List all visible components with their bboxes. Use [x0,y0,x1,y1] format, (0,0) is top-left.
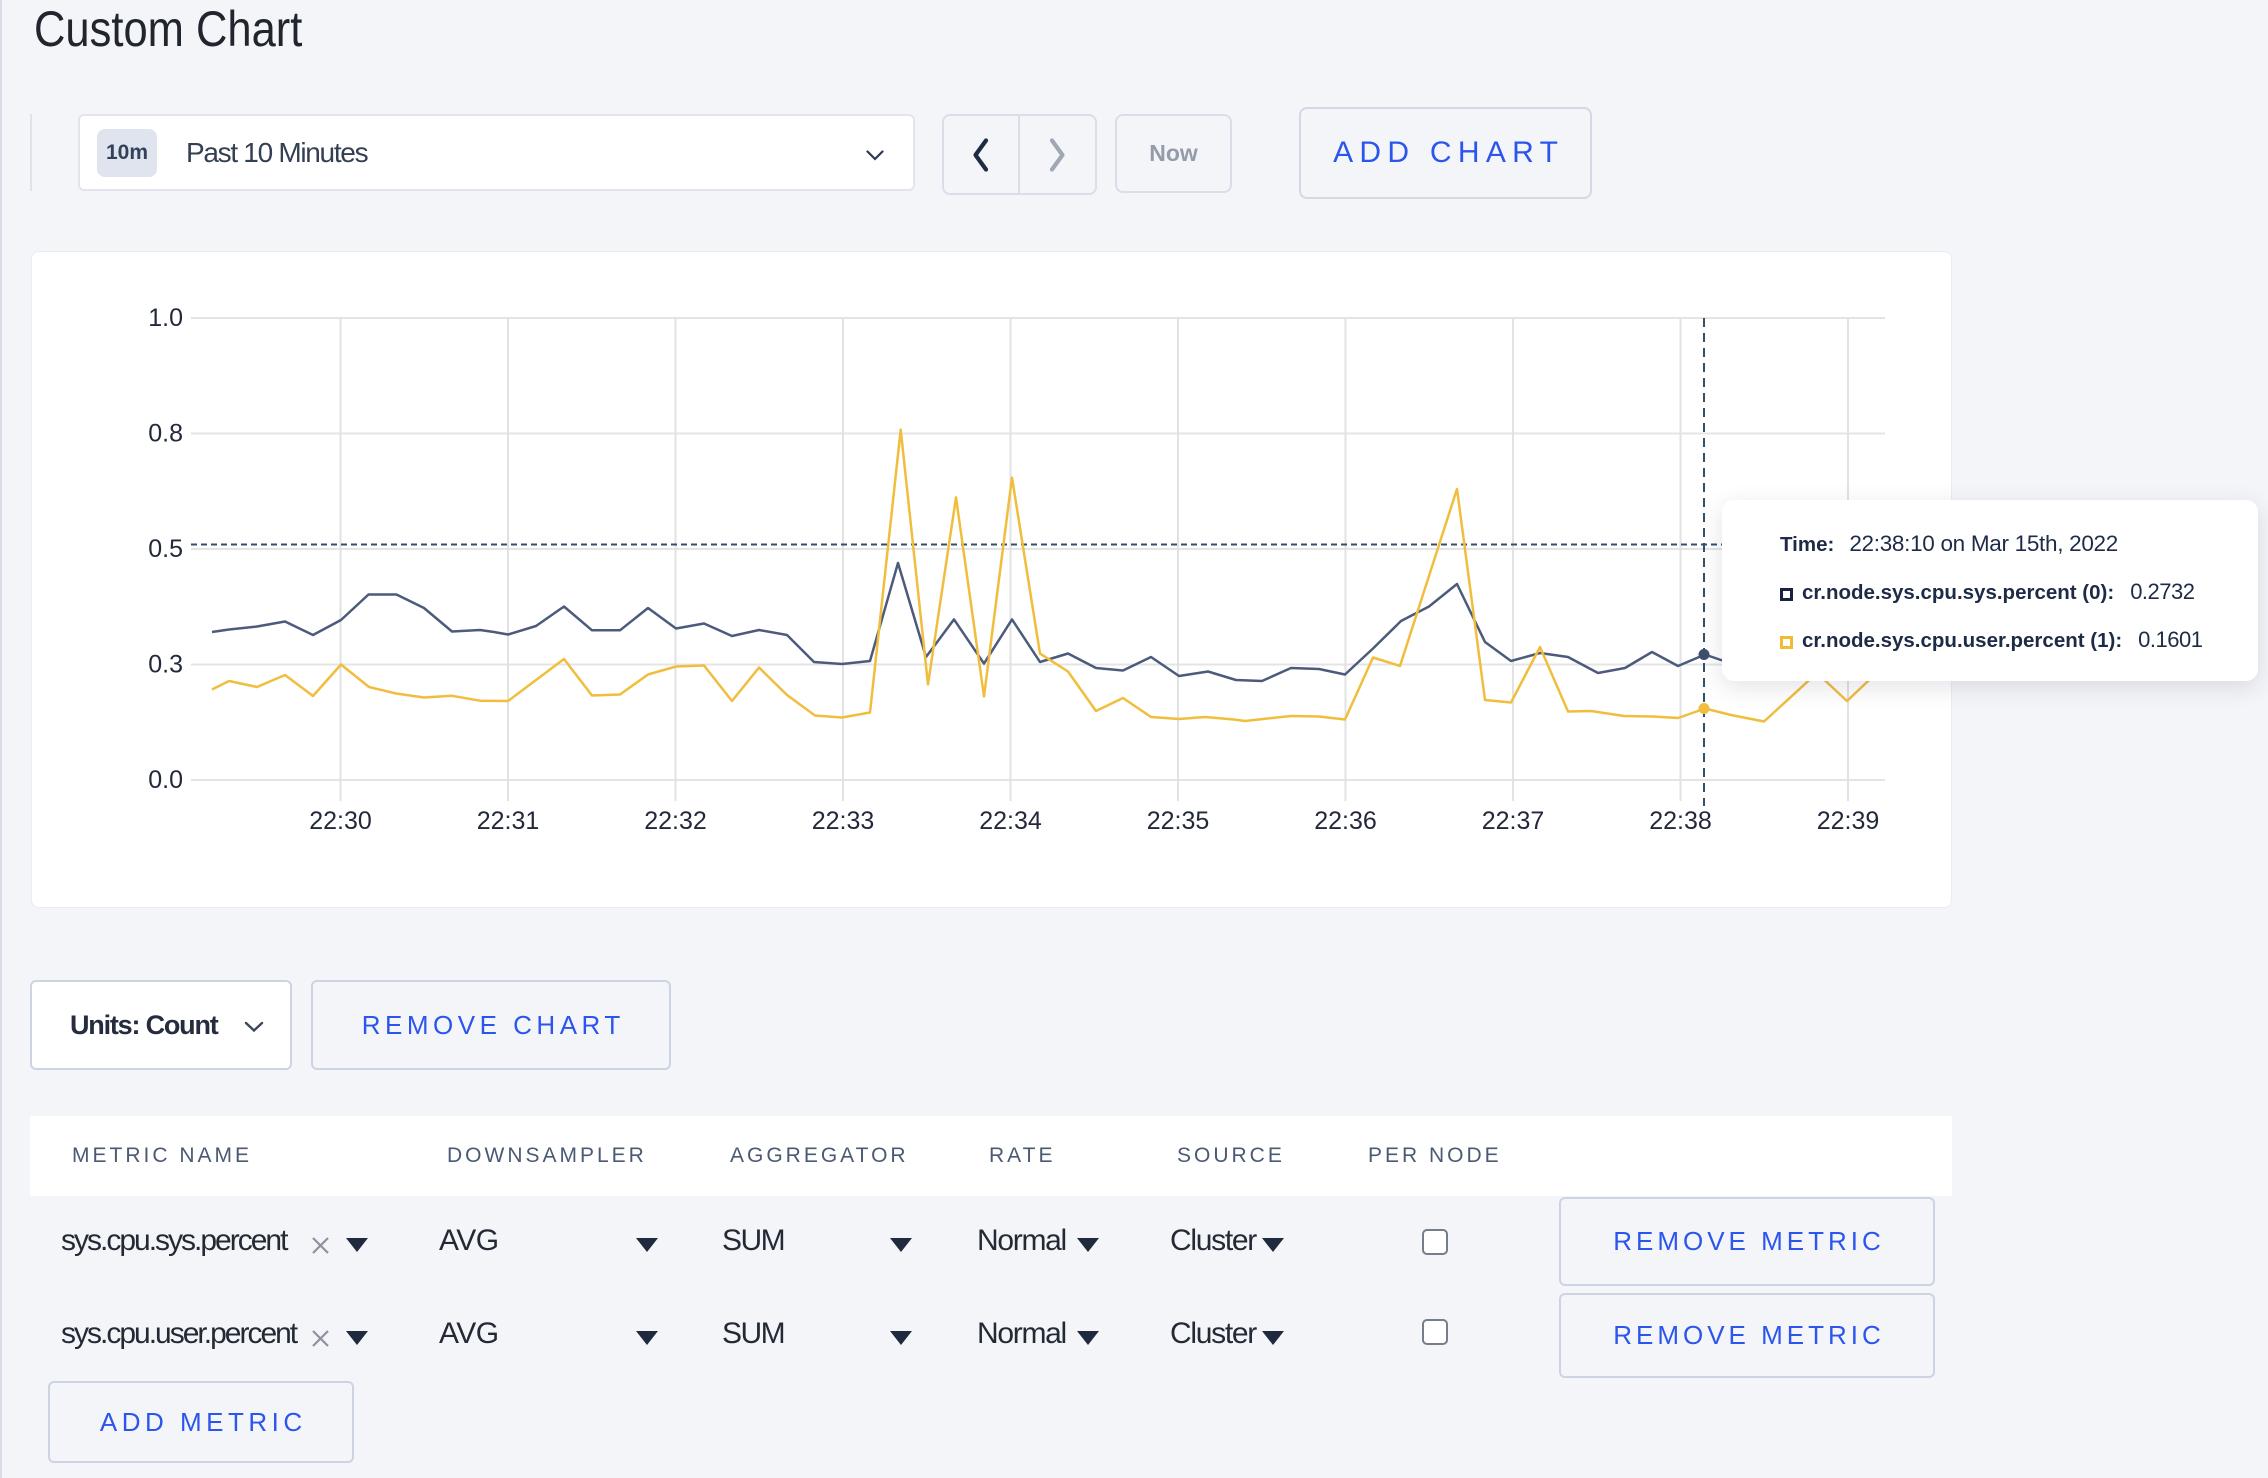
svg-text:22:38: 22:38 [1649,807,1712,835]
svg-text:22:34: 22:34 [979,807,1042,835]
svg-text:1.0: 1.0 [148,304,183,332]
svg-text:0.5: 0.5 [148,535,183,563]
svg-text:22:39: 22:39 [1817,807,1880,835]
svg-text:0.3: 0.3 [148,651,183,679]
svg-text:22:36: 22:36 [1314,807,1377,835]
svg-text:0.0: 0.0 [148,766,183,794]
svg-text:22:33: 22:33 [812,807,875,835]
svg-text:0.8: 0.8 [148,420,183,448]
svg-text:22:32: 22:32 [644,807,707,835]
svg-text:22:31: 22:31 [477,807,540,835]
svg-text:22:30: 22:30 [309,807,372,835]
svg-text:22:35: 22:35 [1147,807,1210,835]
svg-text:22:37: 22:37 [1482,807,1545,835]
